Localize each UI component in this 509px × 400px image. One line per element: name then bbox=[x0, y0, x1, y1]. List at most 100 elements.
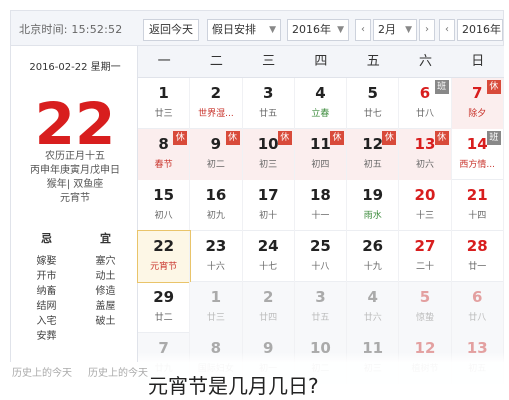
prev-year-button[interactable]: ‹ bbox=[439, 19, 455, 41]
next-month-button[interactable]: › bbox=[419, 19, 435, 41]
ji-item: 破土 bbox=[95, 316, 116, 327]
week-row: 15 初八 16 初九 17 初十 18 十一 19 雨水 20 十三 21 十四 bbox=[138, 180, 504, 231]
lunar-day-label: 初五 bbox=[363, 160, 382, 170]
year-select[interactable]: 2016年 bbox=[457, 19, 503, 41]
day-cell[interactable]: 2 世界湿... bbox=[190, 78, 243, 129]
ji-item: 塞穴 bbox=[95, 256, 116, 267]
weekday-label: 六 bbox=[418, 54, 432, 69]
lunar-day-label: 世界湿... bbox=[198, 109, 234, 119]
day-cell[interactable]: 20 十三 bbox=[399, 180, 452, 231]
calendar-app: 北京时间: 15:52:52 返回今天 假日安排 ▼ 2016年 ▼ ‹ 2月 … bbox=[0, 0, 509, 400]
ji-item: 盖屋 bbox=[95, 301, 116, 312]
lunar-day-label: 西方情... bbox=[459, 160, 496, 170]
weekday-label: 二 bbox=[209, 54, 223, 69]
weekday-label: 四 bbox=[314, 54, 328, 69]
day-cell[interactable]: 4 立春 bbox=[295, 78, 348, 129]
day-number: 24 bbox=[257, 237, 279, 255]
lunar-day-label: 春节 bbox=[154, 160, 173, 170]
calendar-toolbar: 北京时间: 15:52:52 返回今天 假日安排 ▼ 2016年 ▼ ‹ 2月 … bbox=[10, 10, 504, 46]
weekday-header: 一二三四五六日 bbox=[138, 46, 504, 78]
day-cell[interactable]: 5 廿七 bbox=[347, 78, 400, 129]
day-number: 15 bbox=[153, 186, 175, 204]
day-cell[interactable]: 13 初六休 bbox=[399, 129, 452, 180]
day-number: 21 bbox=[466, 186, 488, 204]
day-cell[interactable]: 4 廿六 bbox=[347, 282, 400, 333]
lunar-day-label: 十六 bbox=[206, 262, 225, 272]
holiday-badge: 休 bbox=[434, 131, 449, 145]
question-caption: 元宵节是几月几日? bbox=[148, 374, 319, 398]
day-cell[interactable]: 15 初八 bbox=[138, 180, 191, 231]
day-cell[interactable]: 29 廿二 bbox=[138, 282, 191, 333]
day-cell[interactable]: 28 廿一 bbox=[452, 231, 504, 282]
day-cell[interactable]: 3 廿五 bbox=[243, 78, 295, 129]
lunar-day-label: 廿五 bbox=[311, 313, 330, 323]
lunar-line: 猴年| 双鱼座 bbox=[46, 179, 104, 190]
day-cell[interactable]: 5 惊蛰 bbox=[399, 282, 452, 333]
day-cell[interactable]: 26 十九 bbox=[347, 231, 400, 282]
lunar-day-label: 初八 bbox=[154, 211, 173, 221]
day-cell[interactable]: 1 廿三 bbox=[138, 78, 191, 129]
weekday-label: 三 bbox=[262, 54, 276, 69]
lunar-day-label: 雨水 bbox=[363, 211, 382, 221]
day-cell[interactable]: 6 廿八班 bbox=[399, 78, 452, 129]
chevron-down-icon: ▼ bbox=[269, 25, 276, 35]
day-cell[interactable]: 19 雨水 bbox=[347, 180, 400, 231]
day-cell[interactable]: 1 廿三 bbox=[190, 282, 243, 333]
day-cell[interactable]: 18 十一 bbox=[295, 180, 348, 231]
holiday-select[interactable]: 假日安排 ▼ bbox=[207, 19, 281, 41]
lunar-day-label: 廿六 bbox=[363, 313, 382, 323]
holiday-select-label: 假日安排 bbox=[212, 23, 256, 36]
week-row: 29 廿二 1 廿三 2 廿四 3 廿五 4 廿六 5 惊蛰 6 廿八 bbox=[138, 282, 504, 333]
day-cell[interactable]: 14 西方情... 班 bbox=[452, 129, 504, 180]
chevron-down-icon: ▼ bbox=[405, 25, 412, 35]
lunar-day-label: 初十 bbox=[259, 211, 278, 221]
day-number: 25 bbox=[309, 237, 331, 255]
yi-item: 结网 bbox=[36, 301, 57, 312]
year-select-mid[interactable]: 2016年 ▼ bbox=[287, 19, 349, 41]
day-cell[interactable]: 8 春节休 bbox=[138, 129, 191, 180]
lunar-day-label: 十三 bbox=[415, 211, 434, 221]
day-cell[interactable]: 16 初九 bbox=[190, 180, 243, 231]
month-select[interactable]: 2月 ▼ bbox=[373, 19, 417, 41]
day-cell[interactable]: 22 元宵节 bbox=[136, 230, 192, 283]
lunar-day-label: 立春 bbox=[311, 109, 330, 119]
lunar-day-label: 廿一 bbox=[468, 262, 487, 272]
day-cell[interactable]: 7 除夕休 bbox=[451, 78, 504, 129]
day-cell[interactable]: 11 初四休 bbox=[294, 129, 348, 180]
day-number: 4 bbox=[367, 288, 378, 306]
lunar-day-label: 廿三 bbox=[206, 313, 225, 323]
day-number: 19 bbox=[362, 186, 384, 204]
day-cell[interactable]: 27 二十 bbox=[399, 231, 452, 282]
today-button[interactable]: 返回今天 bbox=[143, 19, 199, 41]
lunar-day-label: 廿八 bbox=[415, 109, 434, 119]
selected-date-header: 2016-02-22 星期一 bbox=[29, 62, 121, 73]
day-cell[interactable]: 2 廿四 bbox=[242, 282, 295, 333]
lunar-day-label: 二十 bbox=[415, 262, 434, 272]
lunar-line: 丙申年庚寅月戊申日 bbox=[30, 165, 120, 176]
yi-item: 开市 bbox=[36, 271, 57, 282]
day-number: 17 bbox=[257, 186, 279, 204]
day-cell[interactable]: 17 初十 bbox=[243, 180, 295, 231]
workday-badge: 班 bbox=[434, 80, 449, 94]
day-cell[interactable]: 9 初二休 bbox=[190, 129, 243, 180]
day-cell[interactable]: 6 廿八 bbox=[451, 282, 504, 333]
lunar-day-label: 廿五 bbox=[259, 109, 278, 119]
lunar-day-label: 初四 bbox=[311, 160, 330, 170]
day-cell[interactable]: 24 十七 bbox=[243, 231, 295, 282]
day-cell[interactable]: 3 廿五 bbox=[294, 282, 348, 333]
day-cell[interactable]: 10 初三休 bbox=[242, 129, 295, 180]
day-cell[interactable]: 23 十六 bbox=[190, 231, 243, 282]
lunar-day-label: 廿三 bbox=[154, 109, 173, 119]
day-number: 18 bbox=[309, 186, 331, 204]
day-cell[interactable]: 25 十八 bbox=[295, 231, 348, 282]
month-rows: 1 廿三 2 世界湿... 3 廿五 4 立春 5 廿七 6 廿八班 7 除夕休 8 春节休 9 初二休 10 初三休… bbox=[136, 78, 504, 384]
day-cell[interactable]: 21 十四 bbox=[452, 180, 504, 231]
lunar-day-label: 初六 bbox=[415, 160, 434, 170]
day-cell[interactable]: 12 初五休 bbox=[347, 129, 400, 180]
year-select-mid-label: 2016年 bbox=[292, 23, 331, 36]
day-number: 16 bbox=[205, 186, 227, 204]
prev-month-button[interactable]: ‹ bbox=[355, 19, 371, 41]
day-number: 26 bbox=[362, 237, 384, 255]
history-today-label: 历史上的今天 bbox=[88, 368, 148, 379]
ji-column: 塞穴 动土 修造 盖屋 破土 bbox=[76, 254, 135, 344]
